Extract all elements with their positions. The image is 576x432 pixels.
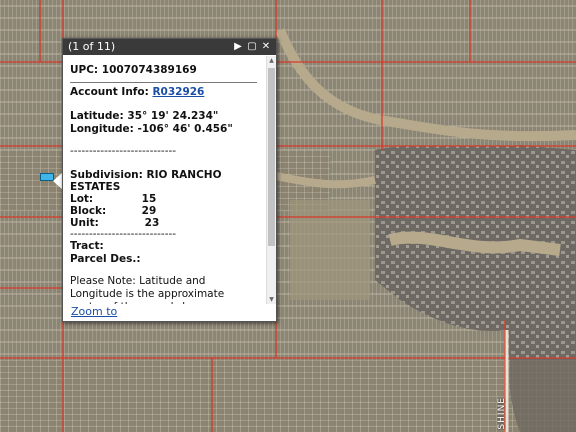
upc-row: UPC: 1007074389169 [70,64,197,76]
latitude-label: Latitude: [70,110,124,122]
longitude-value: -106° 46' 0.456" [137,123,233,135]
lot-value: 15 [141,193,157,205]
account-label: Account Info: [70,86,149,98]
separator-2: ---------------------------- [70,228,177,240]
scroll-up-icon[interactable]: ▲ [267,56,276,65]
account-link[interactable]: R032926 [152,86,204,98]
scroll-thumb[interactable] [268,68,275,246]
road-corner [509,360,576,432]
block-row: Block: 29 [70,205,156,217]
block-value: 29 [141,205,157,217]
parcel-des-label: Parcel Des.: [70,253,141,265]
zoom-to-link[interactable]: Zoom to [71,305,117,318]
parcel-marker[interactable] [40,173,54,181]
scroll-down-icon[interactable]: ▼ [267,295,276,304]
street-label: SHINE [497,397,507,430]
popup-counter: (1 of 11) [68,40,116,53]
divider [70,82,257,83]
latitude-value: 35° 19' 24.234" [127,110,219,122]
subdivision-row: Subdivision: RIO RANCHO [70,169,222,181]
popup-header: (1 of 11) ▶ ▢ ✕ [63,39,276,55]
next-feature-icon[interactable]: ▶ [232,39,244,55]
subdivision-value-line2: ESTATES [70,181,121,193]
block-label: Block: [70,205,107,217]
upc-value: 1007074389169 [101,64,197,76]
location-note: Please Note: Latitude and Longitude is t… [70,275,225,304]
popup-scrollbar[interactable]: ▲ ▼ [266,56,276,304]
subdivision-value: RIO RANCHO [146,169,222,181]
identify-popup: (1 of 11) ▶ ▢ ✕ UPC: 1007074389169 Accou… [62,38,277,322]
account-row: Account Info: R032926 [70,86,204,98]
parcel-grid-south [0,360,576,432]
open-land [290,200,370,300]
tract-label: Tract: [70,240,104,252]
lot-row: Lot: 15 [70,193,156,205]
longitude-label: Longitude: [70,123,134,135]
lot-label: Lot: [70,193,94,205]
close-icon[interactable]: ✕ [260,39,272,55]
latitude-row: Latitude: 35° 19' 24.234" [70,110,218,122]
upc-label: UPC: [70,64,99,76]
popup-content: UPC: 1007074389169 Account Info: R032926… [63,56,267,304]
longitude-row: Longitude: -106° 46' 0.456" [70,123,233,135]
maximize-icon[interactable]: ▢ [246,39,258,55]
separator-1: ---------------------------- [70,145,177,157]
subdivision-label: Subdivision: [70,169,143,181]
